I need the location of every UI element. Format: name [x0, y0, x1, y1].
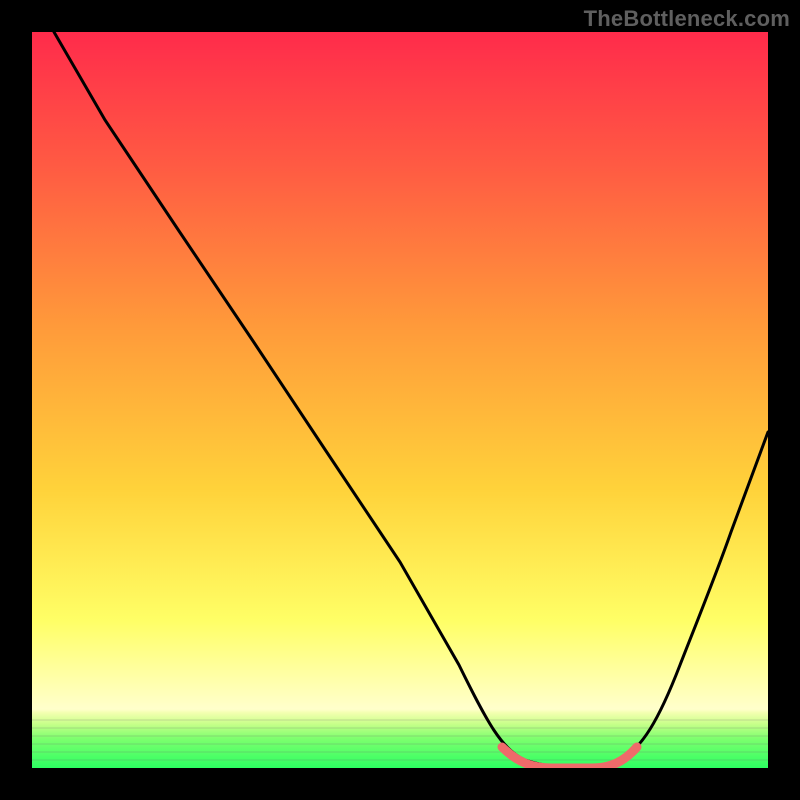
gradient-plot-area — [32, 32, 768, 768]
watermark-text: TheBottleneck.com — [584, 6, 790, 32]
bottleneck-chart — [32, 32, 768, 768]
chart-frame — [32, 32, 768, 768]
